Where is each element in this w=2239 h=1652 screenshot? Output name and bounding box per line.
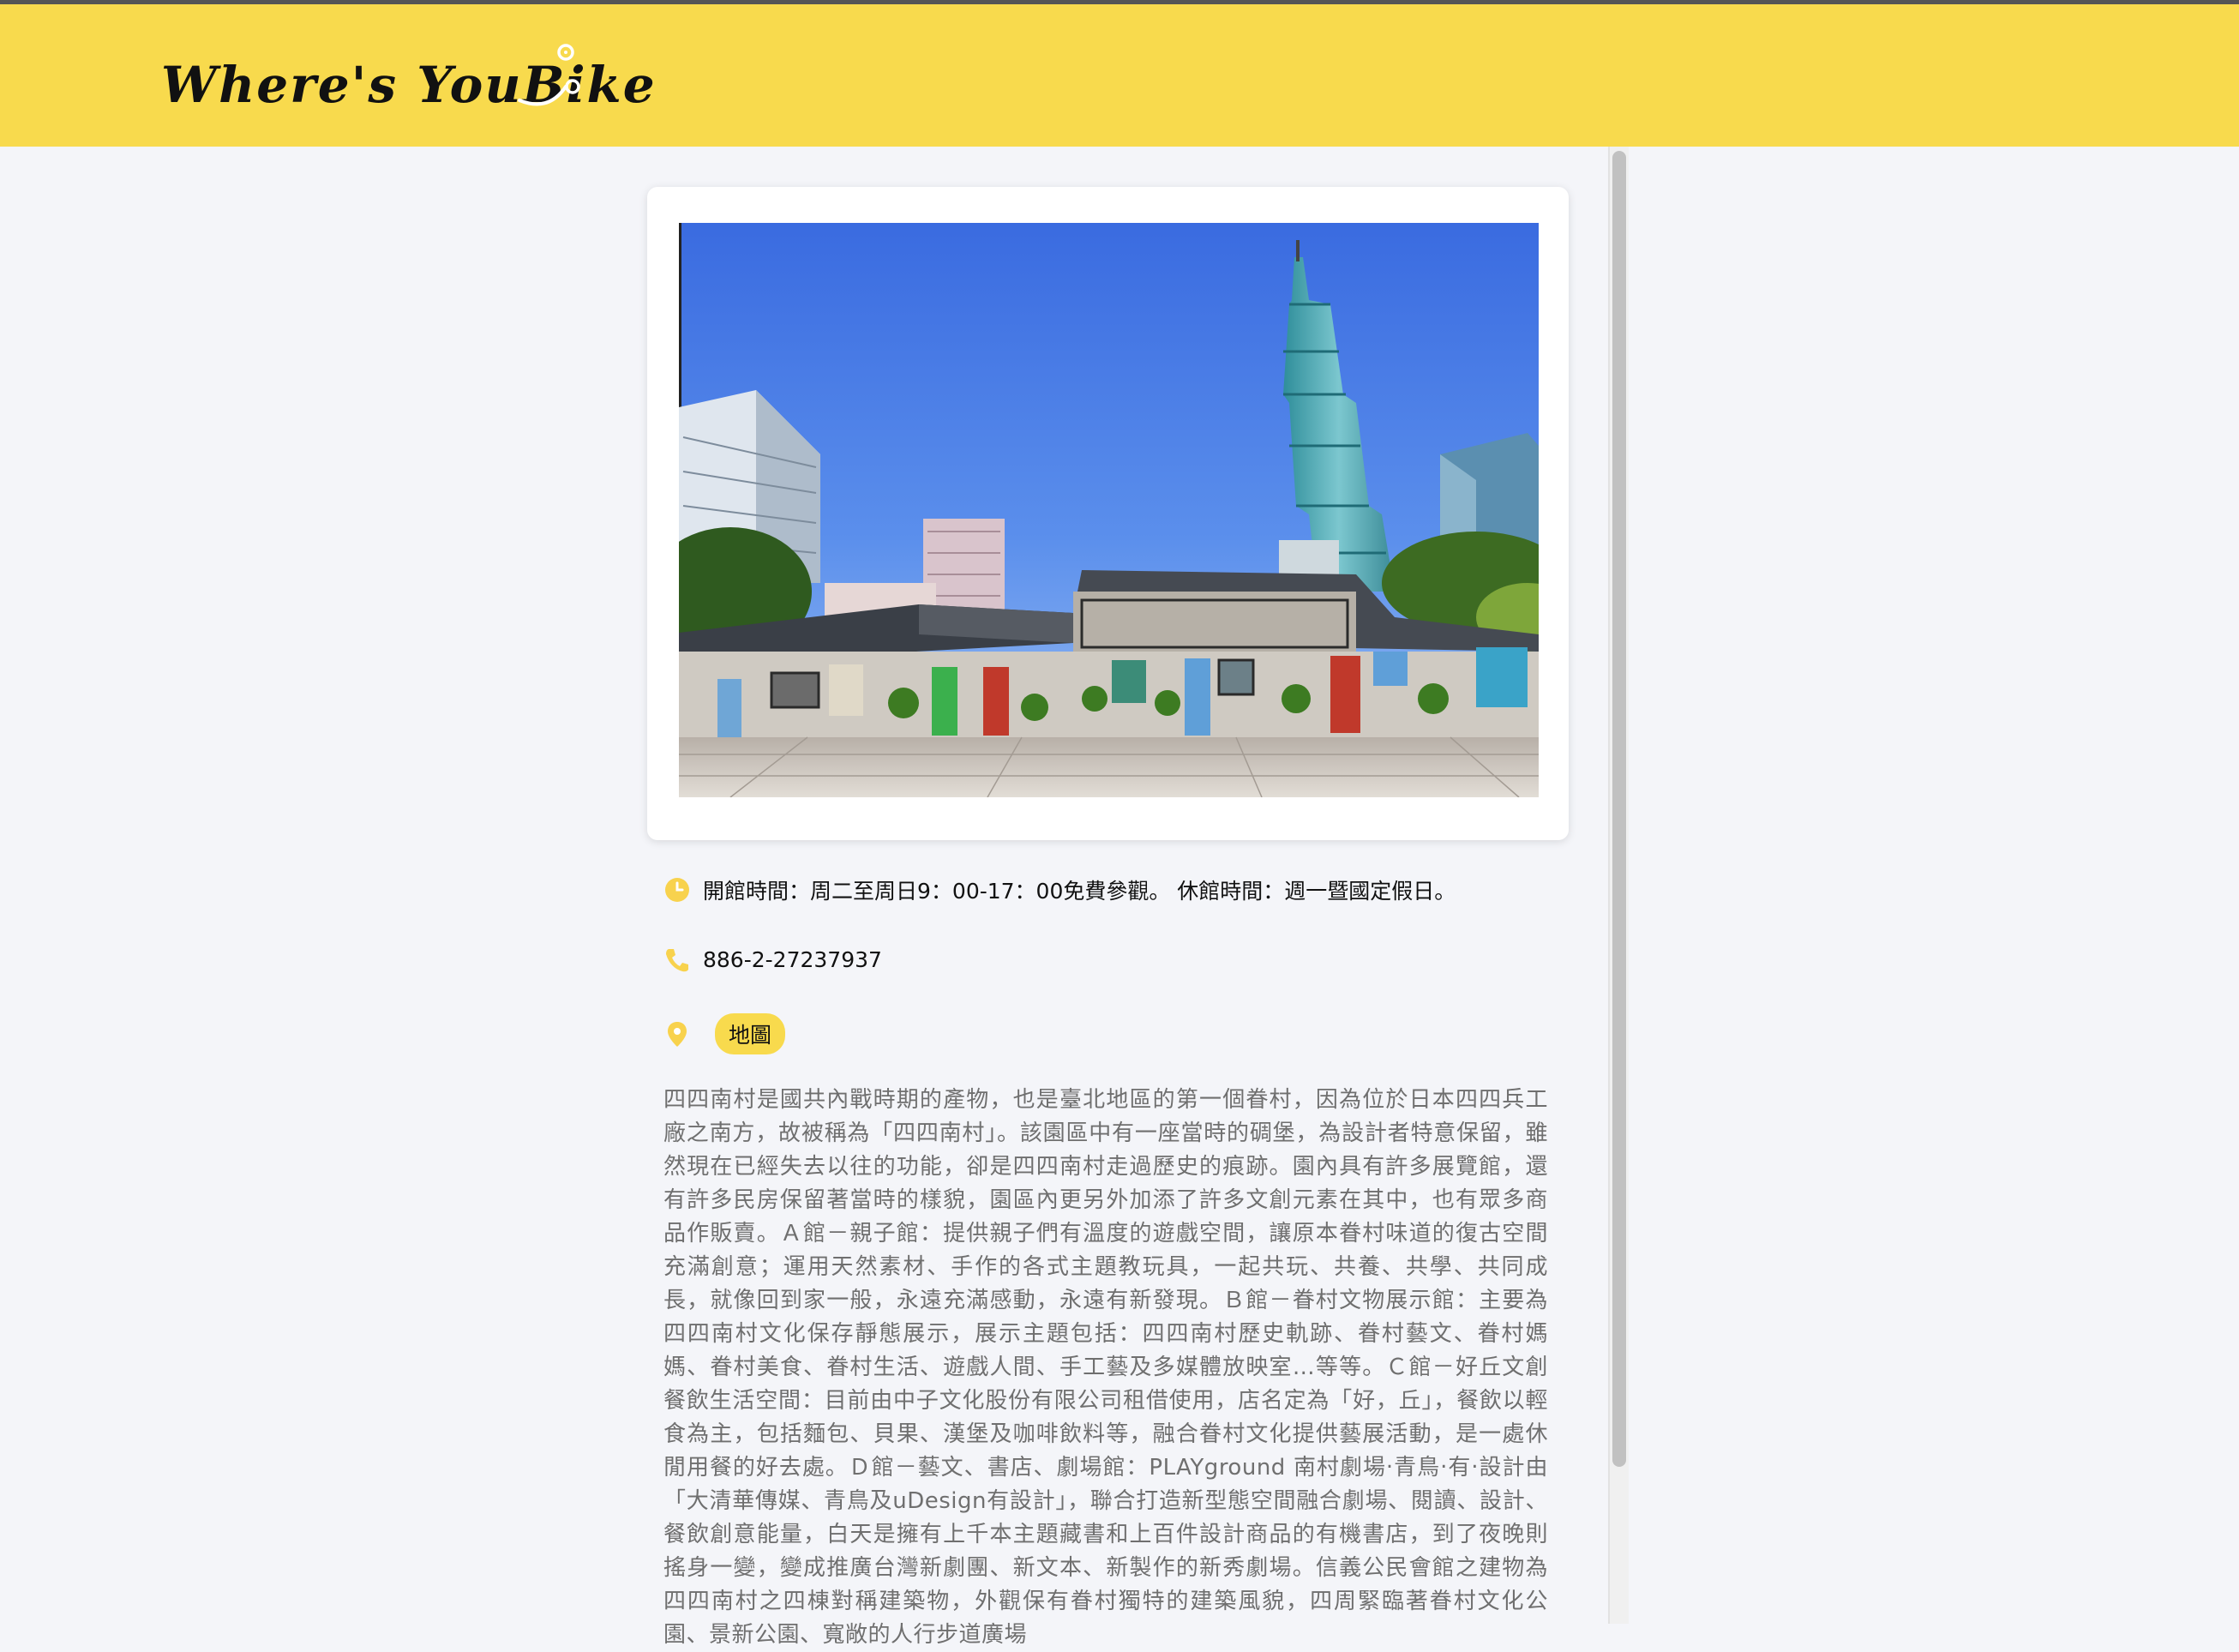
- phone-row: 886-2-27237937: [662, 944, 882, 975]
- attraction-description: 四四南村是國共內戰時期的產物，也是臺北地區的第一個眷村，因為位於日本四四兵工廠之…: [663, 1087, 1548, 1648]
- attraction-photo: [679, 223, 1539, 797]
- phone-number[interactable]: 886-2-27237937: [703, 947, 882, 972]
- scrollbar-thumb[interactable]: [1612, 151, 1626, 1467]
- map-row: 地圖: [662, 1013, 786, 1054]
- phone-icon: [666, 949, 688, 972]
- map-pin-icon: [668, 1022, 687, 1047]
- clock-icon: [665, 878, 689, 902]
- site-header: Where's YouBike: [0, 4, 2239, 147]
- opening-hours-text: 開館時間：周二至周日9：00-17：00免費參觀。 休館時間：週一暨國定假日。: [703, 879, 1456, 904]
- map-button[interactable]: 地圖: [715, 1013, 786, 1054]
- opening-hours-row: 開館時間：周二至周日9：00-17：00免費參觀。 休館時間：週一暨國定假日。: [662, 874, 1456, 905]
- bike-smile-icon: [518, 44, 580, 106]
- photo-card: [647, 187, 1569, 840]
